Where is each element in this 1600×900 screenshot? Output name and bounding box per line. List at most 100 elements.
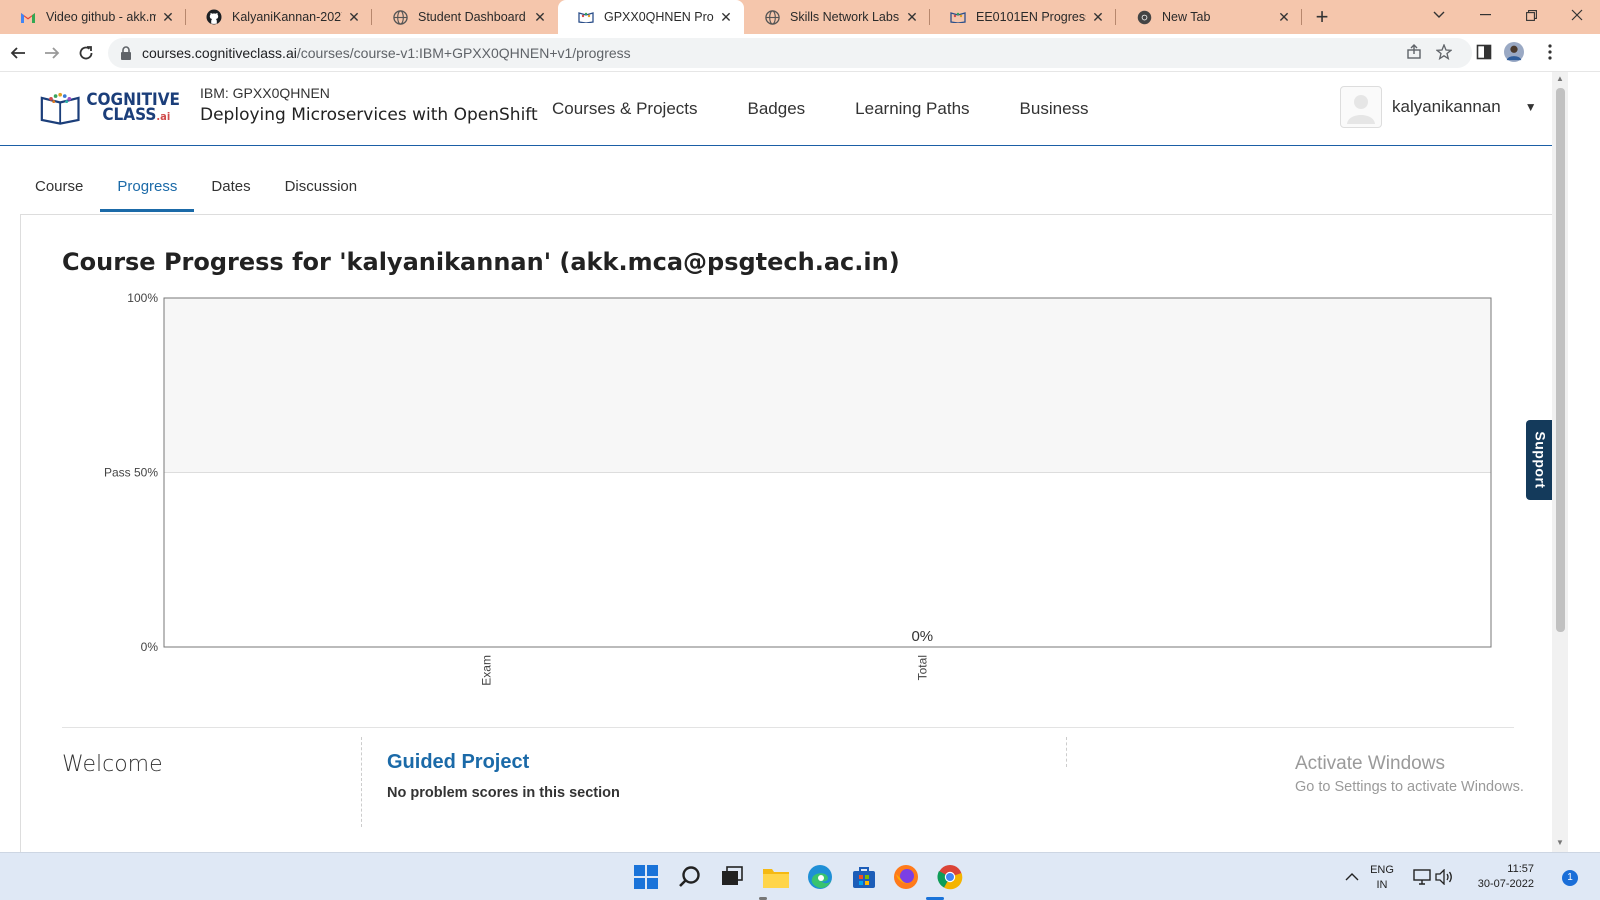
nav-courses-projects[interactable]: Courses & Projects	[552, 99, 698, 119]
cognitiveclass-icon	[578, 9, 594, 25]
notification-badge[interactable]: 1	[1562, 870, 1578, 886]
address-bar[interactable]: courses.cognitiveclass.ai/courses/course…	[108, 38, 1472, 68]
firefox-icon[interactable]	[890, 861, 922, 893]
nav-badges[interactable]: Badges	[748, 99, 806, 119]
browser-toolbar: courses.cognitiveclass.ai/courses/course…	[0, 34, 1600, 72]
y-tick-label: 0%	[141, 640, 159, 654]
browser-tab[interactable]: New Tab ✕	[1116, 0, 1302, 34]
chrome-icon	[1136, 9, 1152, 25]
edge-browser-icon[interactable]	[804, 861, 836, 893]
nav-business[interactable]: Business	[1020, 99, 1089, 119]
tab-progress[interactable]: Progress	[100, 166, 195, 212]
username[interactable]: kalyanikannan	[1392, 97, 1501, 117]
close-icon[interactable]: ✕	[346, 9, 362, 25]
chrome-icon[interactable]	[934, 861, 966, 893]
globe-icon	[392, 9, 408, 25]
y-tick-label: 100%	[127, 291, 158, 305]
support-label: Support	[1533, 431, 1549, 489]
site-header: COGNITIVE CLASS.ai IBM: GPXX0QHNEN Deplo…	[0, 72, 1552, 146]
section-title-link[interactable]: Guided Project	[387, 751, 529, 774]
chart-region-below-pass	[164, 472, 1491, 647]
tab-course[interactable]: Course	[18, 166, 100, 212]
task-view-icon[interactable]	[716, 861, 748, 893]
search-icon[interactable]	[674, 861, 706, 893]
bookmark-star-icon[interactable]	[1434, 42, 1454, 62]
scroll-up-icon[interactable]: ▲	[1554, 74, 1566, 86]
course-tabs: Course Progress Dates Discussion	[18, 166, 374, 212]
clock-time: 11:57	[1507, 863, 1534, 875]
user-menu[interactable]: kalyanikannan ▼	[1340, 86, 1537, 128]
tab-title: Skills Network Labs	[790, 10, 900, 24]
logo-wordmark: COGNITIVE CLASS.ai	[86, 91, 180, 125]
progress-chart: 0% Pass 50% 100% Exam Total 0%	[104, 291, 1492, 686]
side-panel-icon[interactable]	[1474, 42, 1494, 62]
close-icon[interactable]: ✕	[904, 9, 920, 25]
close-icon[interactable]: ✕	[160, 9, 176, 25]
clock[interactable]: 11:57 30-07-2022	[1460, 862, 1534, 892]
restore-icon[interactable]	[1508, 0, 1554, 30]
windows-start-icon[interactable]	[630, 861, 662, 893]
url-host: courses.cognitiveclass.ai	[142, 45, 297, 61]
scrollbar-thumb[interactable]	[1556, 88, 1565, 632]
lang-line2: IN	[1376, 879, 1388, 891]
url-path: /courses/course-v1:IBM+GPXX0QHNEN+v1/pro…	[296, 45, 631, 61]
nav-learning-paths[interactable]: Learning Paths	[855, 99, 969, 119]
minimize-icon[interactable]	[1462, 0, 1508, 30]
caret-down-icon[interactable]: ▼	[1525, 100, 1537, 114]
scroll-down-icon[interactable]: ▼	[1554, 838, 1566, 850]
course-name: Deploying Microservices with OpenShift	[200, 105, 538, 125]
tab-search-icon[interactable]	[1416, 0, 1462, 30]
microsoft-store-icon[interactable]	[848, 861, 880, 893]
gmail-icon	[20, 9, 36, 25]
language-indicator[interactable]: ENG IN	[1364, 863, 1400, 893]
new-tab-button[interactable]: +	[1302, 0, 1342, 34]
section-note: No problem scores in this section	[387, 785, 620, 801]
globe-icon	[764, 9, 780, 25]
share-icon[interactable]	[1404, 42, 1424, 62]
tab-discussion[interactable]: Discussion	[268, 166, 375, 212]
x-tick-label: Exam	[479, 655, 493, 686]
reload-icon[interactable]	[70, 37, 102, 69]
forward-icon[interactable]	[36, 37, 68, 69]
lock-icon[interactable]	[120, 46, 134, 60]
browser-tab[interactable]: Video github - akk.mca ✕	[0, 0, 186, 34]
back-icon[interactable]	[2, 37, 34, 69]
browser-tab[interactable]: KalyaniKannan-2027/Ka ✕	[186, 0, 372, 34]
browser-tab-active[interactable]: GPXX0QHNEN Progress ✕	[558, 0, 744, 34]
tab-title: New Tab	[1162, 10, 1211, 24]
browser-tab[interactable]: Skills Network Labs ✕	[744, 0, 930, 34]
user-placeholder-icon	[1347, 95, 1375, 124]
logo-suffix: .ai	[156, 109, 171, 123]
profile-avatar[interactable]	[1504, 42, 1524, 62]
watermark-line2: Go to Settings to activate Windows.	[1295, 779, 1524, 795]
tab-title: Video github - akk.mca	[46, 10, 156, 24]
github-icon	[206, 9, 222, 25]
cognitiveclass-icon	[950, 9, 966, 25]
close-icon[interactable]: ✕	[1090, 9, 1106, 25]
close-icon[interactable]: ✕	[532, 9, 548, 25]
browser-tab[interactable]: Student Dashboard ✕	[372, 0, 558, 34]
tab-dates[interactable]: Dates	[194, 166, 267, 212]
logo-line2: CLASS	[102, 104, 157, 125]
y-tick-label: Pass 50%	[104, 466, 158, 480]
browser-tab-strip: Video github - akk.mca ✕ KalyaniKannan-2…	[0, 0, 1600, 34]
tab-title: KalyaniKannan-2027/Ka	[232, 10, 342, 24]
chart-region-above-pass	[164, 298, 1491, 473]
close-icon[interactable]: ✕	[718, 9, 734, 25]
data-label: 0%	[911, 628, 933, 645]
windows-taskbar: ENG IN 11:57 30-07-2022 1	[0, 852, 1600, 900]
close-icon[interactable]: ✕	[1276, 9, 1292, 25]
browser-tab[interactable]: EE0101EN Progress | Co ✕	[930, 0, 1116, 34]
tab-title: Student Dashboard	[418, 10, 526, 24]
lang-line1: ENG	[1370, 864, 1394, 876]
main-nav: Courses & Projects Badges Learning Paths…	[552, 99, 1139, 119]
file-explorer-icon[interactable]	[760, 861, 792, 893]
close-window-icon[interactable]	[1554, 0, 1600, 30]
logo-book-icon	[40, 92, 80, 125]
volume-icon[interactable]	[1428, 861, 1460, 893]
chapter-title: Welcome	[62, 752, 163, 777]
cognitive-class-logo[interactable]: COGNITIVE CLASS.ai	[40, 88, 180, 128]
avatar[interactable]	[1340, 86, 1382, 128]
browser-menu-icon[interactable]	[1540, 42, 1560, 62]
tab-title: GPXX0QHNEN Progress	[604, 10, 714, 24]
